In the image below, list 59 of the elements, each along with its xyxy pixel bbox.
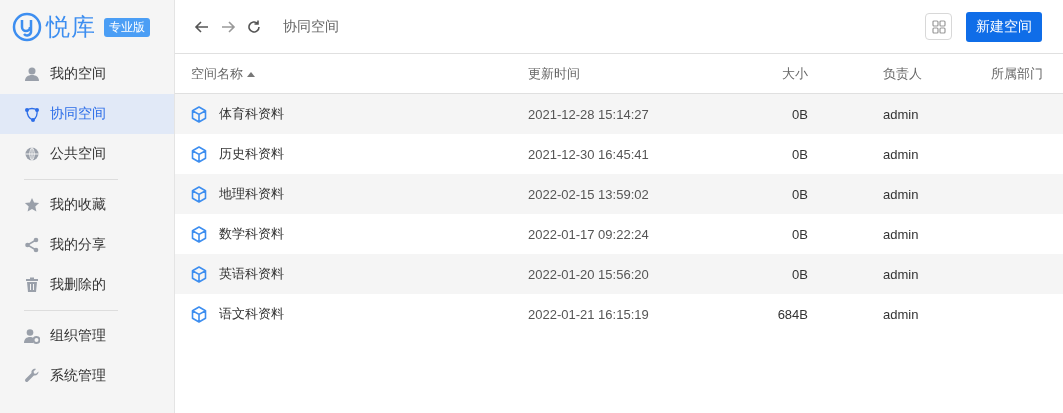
sidebar-item[interactable]: 我的空间: [0, 54, 174, 94]
table-cell-text: 2021-12-28 15:14:27: [528, 106, 650, 122]
space-name[interactable]: 数学科资料: [219, 225, 284, 243]
cube-icon: [191, 265, 207, 283]
space-name[interactable]: 语文科资料: [219, 305, 284, 323]
table-cell-text: 0B: [791, 226, 808, 242]
table-cell-text: admin: [882, 146, 920, 162]
table-cell-text: 0B: [791, 266, 808, 282]
sidebar-item[interactable]: 公共空间: [0, 134, 174, 174]
user-gear-icon: [24, 328, 40, 344]
sort-ascending-icon[interactable]: [247, 70, 255, 77]
sidebar-item[interactable]: 我删除的: [0, 265, 174, 305]
table-cell-text: admin: [882, 266, 920, 282]
sidebar-item[interactable]: 系统管理: [0, 356, 174, 396]
cube-icon: [191, 145, 207, 163]
grid-view-button[interactable]: [925, 13, 952, 40]
table-cell-text: 684B: [776, 306, 808, 322]
star-icon: [24, 197, 40, 213]
sidebar-item[interactable]: 我的分享: [0, 225, 174, 265]
table-cell-text: admin: [882, 306, 920, 322]
space-name[interactable]: 英语科资料: [219, 265, 284, 283]
table-cell-text: 2022-01-17 09:22:24: [528, 226, 650, 242]
column-header[interactable]: 大小: [782, 64, 808, 83]
cube-icon: [191, 225, 207, 243]
table-cell-text: 0B: [791, 146, 808, 162]
sidebar-item[interactable]: 组织管理: [0, 316, 174, 356]
breadcrumb: 协同空间: [283, 17, 339, 36]
column-header[interactable]: 空间名称: [191, 64, 255, 83]
table-cell-text: 2022-01-21 16:15:19: [528, 306, 650, 322]
cube-icon: [191, 105, 207, 123]
sidebar-item[interactable]: 协同空间: [0, 94, 174, 134]
column-header[interactable]: 负责人: [883, 64, 922, 83]
trash-icon: [24, 277, 40, 293]
new-space-button[interactable]: 新建空间: [966, 11, 1042, 42]
person-icon: [24, 66, 40, 82]
space-name[interactable]: 体育科资料: [219, 105, 284, 123]
network-icon: [24, 106, 40, 122]
share-icon: [24, 237, 40, 253]
grid-icon: [931, 19, 946, 34]
column-header[interactable]: 更新时间: [528, 64, 580, 83]
table-cell-text: 2022-02-15 13:59:02: [528, 186, 650, 202]
table-cell-text: 0B: [791, 106, 808, 122]
logo-icon: [12, 12, 42, 42]
wrench-icon: [24, 368, 40, 384]
space-name[interactable]: 历史科资料: [219, 145, 284, 163]
column-header[interactable]: 所属部门: [991, 64, 1043, 83]
table-cell-text: admin: [882, 106, 920, 122]
table-cell-text: 2022-01-20 15:56:20: [528, 266, 650, 282]
globe-icon: [24, 146, 40, 162]
table-cell-text: admin: [882, 226, 920, 242]
cube-icon: [191, 185, 207, 203]
table-cell-text: 0B: [791, 186, 808, 202]
sidebar-item[interactable]: 我的收藏: [0, 185, 174, 225]
edition-badge: 专业版: [104, 17, 150, 37]
table-cell-text: admin: [882, 186, 920, 202]
space-name[interactable]: 地理科资料: [219, 185, 284, 203]
table-cell-text: 2021-12-30 16:45:41: [528, 146, 650, 162]
logo-text: 悦库: [46, 12, 96, 42]
cube-icon: [191, 305, 207, 323]
